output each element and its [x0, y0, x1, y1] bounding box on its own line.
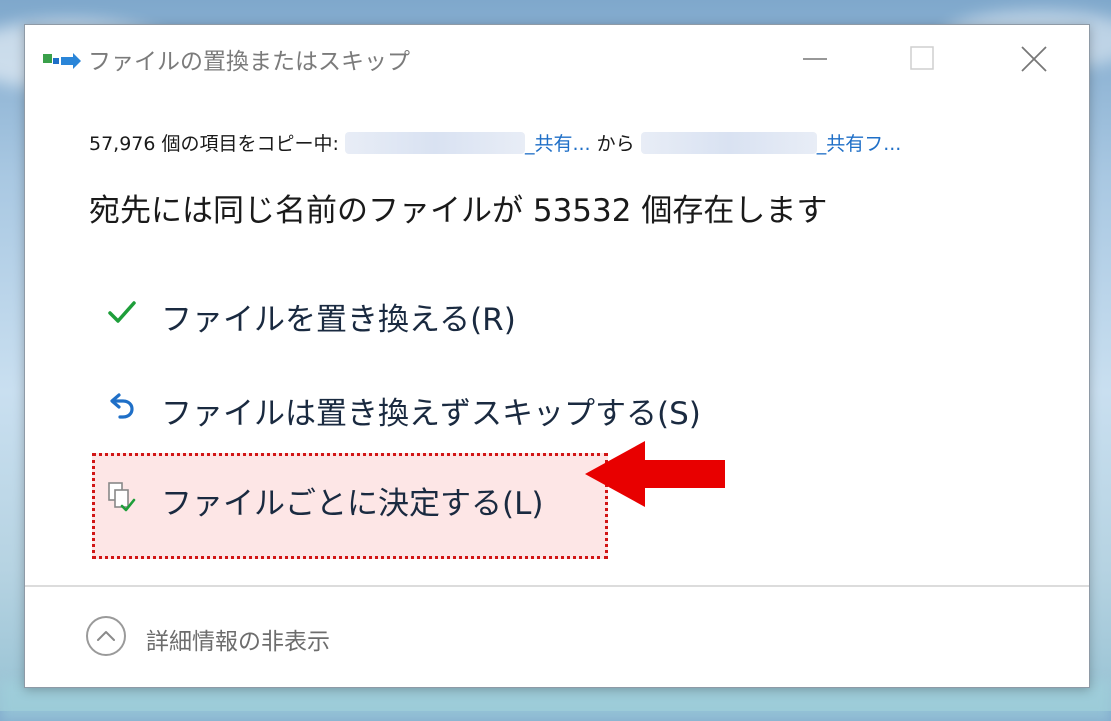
- redacted-dest-name: [640, 131, 817, 154]
- redacted-source-name: [344, 131, 525, 154]
- copy-status: 57,976 個の項目をコピー中: _共有... から _共有フ...: [89, 129, 901, 156]
- decide-each-file-label: ファイルごとに決定する(L): [161, 486, 544, 522]
- dest-folder-link[interactable]: _共有フ...: [817, 133, 902, 155]
- file-move-icon: [43, 52, 83, 72]
- replace-files-option[interactable]: ファイルを置き換える(R): [95, 283, 615, 343]
- replace-or-skip-dialog: ファイルの置換またはスキップ 57,976 個の項目をコピー中: _共有... …: [24, 24, 1090, 688]
- close-button[interactable]: [1011, 39, 1055, 79]
- toggle-details-button[interactable]: [86, 616, 126, 656]
- dialog-title: ファイルの置換またはスキップ: [88, 49, 410, 75]
- conflict-headline: 宛先には同じ名前のファイルが 53532 個存在します: [89, 193, 828, 229]
- annotation-arrow-icon: [585, 441, 725, 507]
- skip-files-label: ファイルは置き換えずスキップする(S): [161, 396, 701, 432]
- source-folder-link[interactable]: _共有...: [525, 133, 591, 155]
- copy-prefix: 57,976 個の項目をコピー中:: [89, 133, 345, 155]
- toggle-details-label[interactable]: 詳細情報の非表示: [146, 622, 330, 656]
- compare-files-icon: [107, 481, 137, 512]
- title-bar[interactable]: ファイルの置換またはスキップ: [25, 25, 1089, 93]
- maximize-button[interactable]: [899, 39, 943, 79]
- minimize-button[interactable]: [795, 39, 839, 79]
- decide-each-file-option[interactable]: ファイルごとに決定する(L): [95, 467, 615, 527]
- footer-divider: [25, 585, 1089, 587]
- checkmark-icon: [107, 297, 137, 327]
- chevron-up-icon: [97, 631, 115, 641]
- skip-files-option[interactable]: ファイルは置き換えずスキップする(S): [95, 377, 701, 437]
- replace-files-label: ファイルを置き換える(R): [161, 302, 516, 338]
- undo-arrow-icon: [107, 391, 137, 421]
- from-text: から: [590, 133, 641, 155]
